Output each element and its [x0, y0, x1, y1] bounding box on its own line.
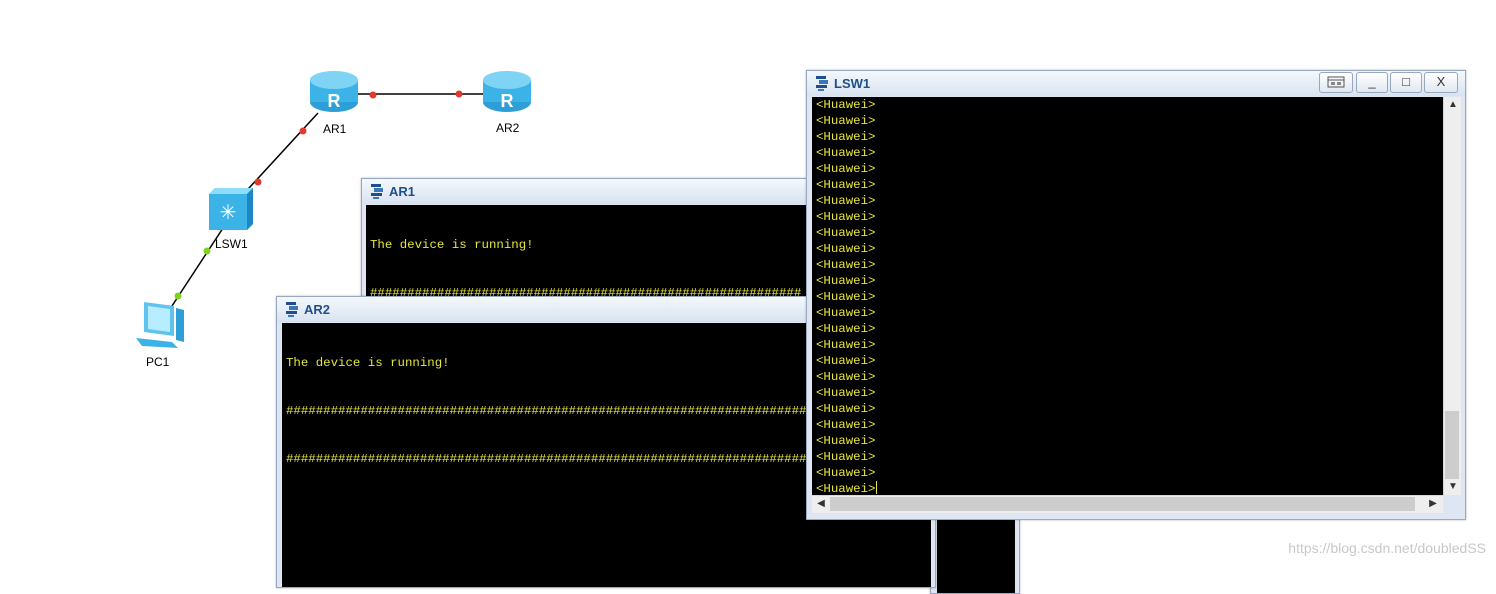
link-ar1-lsw1 [237, 112, 319, 201]
terminal-line: <Huawei> [816, 274, 876, 288]
terminal-line: <Huawei> [816, 386, 876, 400]
port-dot [254, 178, 262, 186]
background-console-window[interactable] [930, 512, 1020, 594]
terminal-line: <Huawei> [816, 434, 876, 448]
terminal-prompt-line[interactable]: <Huawei> [816, 481, 1447, 495]
port-dot [174, 292, 182, 300]
terminal-line: <Huawei> [816, 226, 876, 240]
device-label-ar1: AR1 [323, 122, 347, 136]
text-cursor [875, 481, 877, 494]
device-label-ar2: AR2 [496, 121, 520, 135]
scroll-down-arrow[interactable]: ▼ [1446, 481, 1460, 493]
minimize-button[interactable]: _ [1356, 72, 1388, 93]
lsw1-terminal[interactable]: <Huawei> <Huawei> <Huawei> <Huawei> <Huawei>… [812, 97, 1451, 495]
terminal-prompt: <Huawei> [816, 482, 876, 495]
device-label-pc1: PC1 [146, 355, 170, 369]
window-titlebar[interactable]: LSW1 _ □ X [807, 71, 1465, 96]
terminal-line: <Huawei> [816, 354, 876, 368]
terminal-line: <Huawei> [816, 402, 876, 416]
scroll-thumb[interactable] [830, 497, 1415, 511]
scroll-thumb[interactable] [1445, 411, 1459, 479]
port-dot [455, 90, 463, 98]
restore-button[interactable] [1319, 72, 1353, 93]
horizontal-scrollbar[interactable]: ◀ ▶ [812, 495, 1443, 513]
terminal-line: <Huawei> [816, 258, 876, 272]
svg-text:R: R [501, 91, 514, 111]
router-icon[interactable]: R [483, 71, 531, 112]
svg-text:R: R [328, 91, 341, 111]
scroll-right-arrow[interactable]: ▶ [1426, 498, 1440, 510]
watermark: https://blog.csdn.net/doubledSS [1288, 540, 1486, 556]
terminal-line: <Huawei> [816, 194, 876, 208]
maximize-button[interactable]: □ [1390, 72, 1422, 93]
terminal-line: <Huawei> [816, 130, 876, 144]
close-button[interactable]: X [1424, 72, 1458, 93]
terminal-line: <Huawei> [816, 370, 876, 384]
router-icon[interactable]: R [310, 71, 358, 112]
port-dot [299, 127, 307, 135]
background-terminal [937, 513, 1015, 593]
terminal-icon [816, 76, 828, 91]
window-title: LSW1 [834, 76, 871, 91]
terminal-line: <Huawei> [816, 242, 876, 256]
restore-icon [1327, 76, 1345, 88]
svg-text:✳: ✳ [220, 202, 237, 224]
window-title: AR2 [304, 302, 331, 317]
scroll-up-arrow[interactable]: ▲ [1446, 99, 1460, 111]
scroll-left-arrow[interactable]: ◀ [814, 498, 828, 510]
vertical-scrollbar[interactable]: ▲ ▼ [1443, 97, 1461, 495]
terminal-line: <Huawei> [816, 450, 876, 464]
terminal-line: <Huawei> [816, 290, 876, 304]
terminal-icon [371, 184, 383, 199]
terminal-line: <Huawei> [816, 418, 876, 432]
pc-icon[interactable] [136, 302, 184, 348]
port-dot [203, 247, 211, 255]
window-titlebar[interactable]: AR1 [362, 179, 822, 204]
device-label-lsw1: LSW1 [215, 237, 248, 251]
terminal-line: <Huawei> [816, 466, 876, 480]
terminal-line: <Huawei> [816, 178, 876, 192]
terminal-line: <Huawei> [816, 306, 876, 320]
terminal-line: <Huawei> [816, 210, 876, 224]
terminal-line: <Huawei> [816, 146, 876, 160]
terminal-line: The device is running! [370, 238, 534, 252]
terminal-line: <Huawei> [816, 322, 876, 336]
terminal-icon [286, 302, 298, 317]
window-title: AR1 [389, 184, 416, 199]
switch-icon[interactable]: ✳ [209, 188, 253, 230]
port-dot [369, 91, 377, 99]
terminal-line: <Huawei> [816, 338, 876, 352]
lsw1-console-window[interactable]: LSW1 _ □ X <Huawei> <Huawei> <Huawei> <Huaw… [806, 70, 1466, 520]
terminal-line: <Huawei> [816, 162, 876, 176]
terminal-line: <Huawei> [816, 114, 876, 128]
terminal-line: <Huawei> [816, 98, 876, 112]
